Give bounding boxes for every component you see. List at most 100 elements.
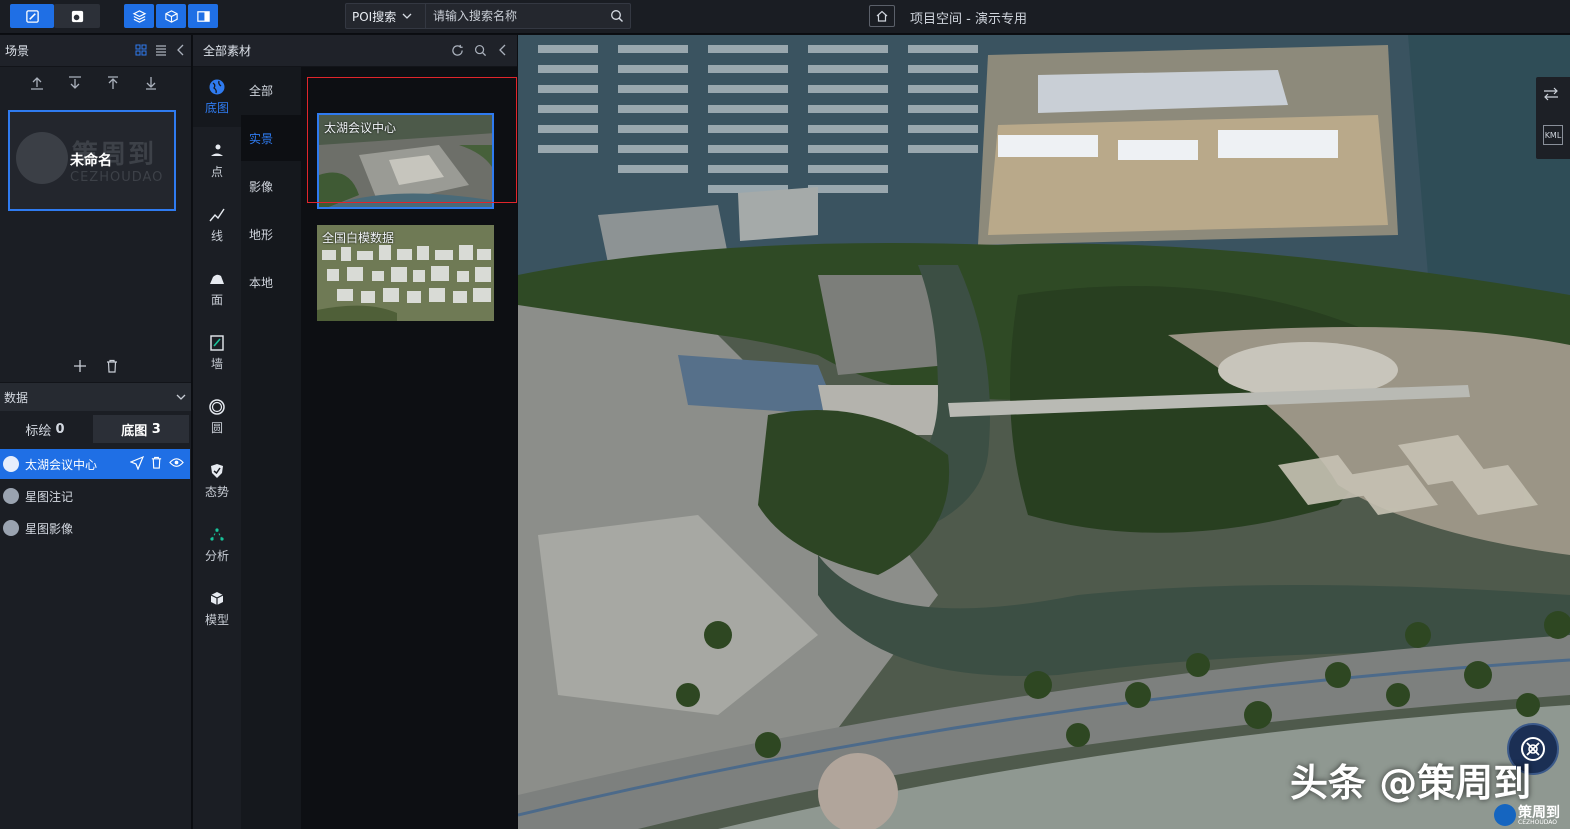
category-ditu[interactable]: 底图 [193,67,241,127]
scene-logo-icon [16,132,68,184]
3d-scene-render [518,35,1570,829]
data-section-header[interactable]: 数据 [0,383,191,411]
layers-button[interactable] [124,4,154,28]
tab-label: 底图 [121,423,148,439]
thumbnail-label: 全国白模数据 [322,231,395,245]
map-right-toolbar: KML [1536,77,1570,159]
home-button[interactable] [869,5,895,27]
delete-scene-icon[interactable] [105,359,119,376]
area-icon [208,270,226,288]
point-icon [208,142,226,160]
category-label: 点 [210,165,223,179]
scene-logo-sub: CEZHOUDAO [70,170,164,185]
layers-toggle-icon[interactable] [1543,87,1563,107]
subcategory-all[interactable]: 全部 [241,67,301,113]
data-tabs: 标绘 0 底图 3 [0,415,191,445]
edit-mode-button[interactable] [10,4,54,28]
category-label: 墙 [210,357,223,371]
layers-icon [132,9,146,23]
layer-item-taihu[interactable]: 太湖会议中心 [0,449,190,479]
poi-search-box: POI搜索 [345,3,631,29]
scene-name: 未命名 [70,153,112,169]
category-circle[interactable]: 圆 [193,387,241,447]
subcategory-imagery[interactable]: 影像 [241,163,301,209]
data-section-title: 数据 [4,390,29,405]
watermark-logo: 策周到 CEZHOUDAO [1492,800,1568,829]
scene-tools [0,67,191,99]
category-situation[interactable]: 态势 [193,451,241,511]
edit-icon [25,9,39,23]
category-label: 模型 [204,613,229,627]
category-line[interactable]: 线 [193,195,241,255]
view-mode-button[interactable] [54,4,100,28]
3d-box-button[interactable] [156,4,186,28]
subcategory-real-scene[interactable]: 实景 [241,115,301,161]
add-scene-icon[interactable] [73,359,87,376]
subcategory-label: 实景 [249,131,274,146]
line-icon [208,206,226,224]
watermark-logo-sub: CEZHOUDAO [1518,819,1557,826]
collapse-left-icon[interactable] [175,44,187,56]
thumbnail-taihu[interactable]: 太湖会议中心 [317,113,494,209]
tab-count: 3 [151,421,161,437]
watermark-text: 头条 @策周到 [1290,761,1532,805]
search-icon[interactable] [604,9,630,23]
move-down-icon[interactable] [66,74,84,92]
category-rail: 底图 点 线 面 墙 圆 态势 分析 模型 [193,67,241,829]
tab-count: 0 [55,421,65,437]
subcategory-rail: 全部 实景 影像 地形 本地 [241,67,301,829]
logo-mark-icon [1494,804,1516,826]
category-label: 线 [210,229,223,243]
panel-icon [196,10,210,22]
scene-panel: 场景 策周到 CEZHOUDAO 未命名 数据 标绘 0 底图 3 太湖会议中心… [0,35,192,829]
poi-search-select[interactable]: POI搜索 [346,4,426,28]
thumbnail-label: 太湖会议中心 [324,121,397,135]
layer-label: 太湖会议中心 [25,457,98,472]
category-label: 分析 [204,549,229,563]
grid-view-icon[interactable] [135,44,147,56]
category-wall[interactable]: 墙 [193,323,241,383]
material-panel-header: 全部素材 [193,35,517,67]
tab-label: 标绘 [25,423,52,439]
layer-item-xingtu-yingxiang[interactable]: 星图影像 [0,513,190,543]
move-up-icon[interactable] [28,74,46,92]
tab-ditu[interactable]: 底图 3 [93,415,189,443]
category-label: 态势 [204,485,229,499]
search-icon[interactable] [474,44,487,60]
list-view-icon[interactable] [155,44,167,56]
category-point[interactable]: 点 [193,131,241,191]
tab-biaohui[interactable]: 标绘 0 [0,415,90,443]
thumbnail-white-model[interactable]: 全国白模数据 [317,225,494,321]
category-analysis[interactable]: 分析 [193,515,241,575]
globe-icon [3,520,19,536]
map-viewport[interactable]: KML [518,35,1570,829]
subcategory-label: 地形 [249,227,274,242]
category-label: 圆 [210,421,223,435]
subcategory-terrain[interactable]: 地形 [241,211,301,257]
situation-icon [208,462,226,480]
category-label: 底图 [204,101,229,115]
scene-card[interactable]: 策周到 CEZHOUDAO 未命名 [8,110,176,211]
scene-panel-title: 场景 [5,44,30,58]
eye-icon[interactable] [169,456,184,473]
top-toolbar: POI搜索 项目空间 - 演示专用 [0,0,1570,34]
delete-icon[interactable] [150,456,163,473]
material-panel: 全部素材 底图 点 线 面 墙 圆 态势 分析 模型 全部 实景 影像 地形 本… [193,35,517,829]
category-model[interactable]: 模型 [193,579,241,639]
layer-label: 星图注记 [25,489,74,504]
analysis-icon [208,526,226,544]
project-title: 项目空间 - 演示专用 [910,12,1027,27]
layer-item-xingtu-zhuji[interactable]: 星图注记 [0,481,190,511]
panel-toggle-button[interactable] [188,4,218,28]
subcategory-local[interactable]: 本地 [241,259,301,305]
locate-icon[interactable] [129,455,145,473]
category-area[interactable]: 面 [193,259,241,319]
collapse-left-icon[interactable] [497,44,509,60]
move-top-icon[interactable] [104,74,122,92]
subcategory-label: 全部 [249,83,274,98]
search-input[interactable] [426,4,604,28]
material-panel-title: 全部素材 [203,44,252,58]
refresh-icon[interactable] [451,44,464,60]
kml-button[interactable]: KML [1543,125,1563,145]
move-bottom-icon[interactable] [142,74,160,92]
